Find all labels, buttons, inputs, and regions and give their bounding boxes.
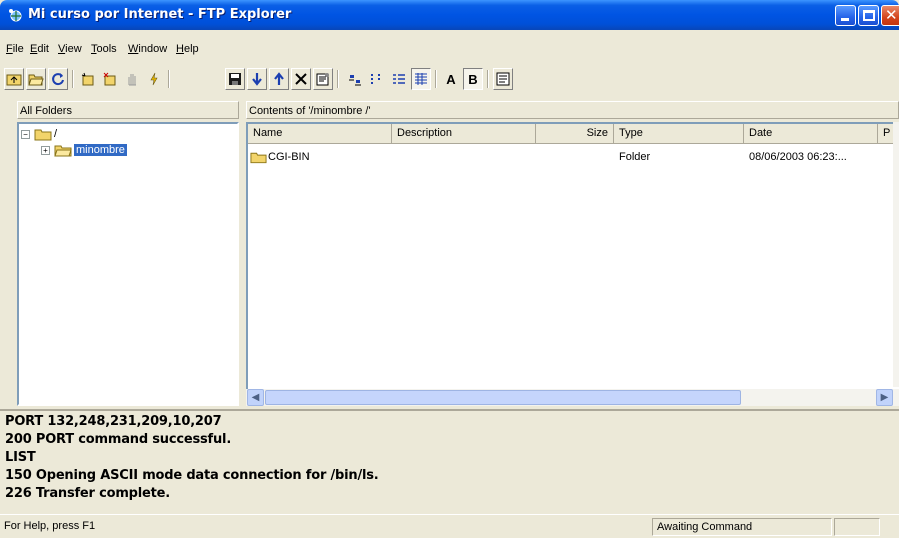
column-type[interactable]: Type xyxy=(614,124,744,144)
window-title: Mi curso por Internet - FTP Explorer xyxy=(28,7,292,22)
new-folder-icon xyxy=(81,72,94,86)
toolbar-separator xyxy=(168,70,170,88)
log-window-icon xyxy=(496,72,510,86)
tree-item-label: / xyxy=(54,128,58,140)
scroll-left-button[interactable]: ◀ xyxy=(247,389,264,406)
close-button[interactable]: ✕ xyxy=(881,5,899,26)
menu-view[interactable]: View xyxy=(58,40,82,58)
toolbar-separator xyxy=(337,70,339,88)
stop-button[interactable] xyxy=(122,68,142,90)
save-icon xyxy=(229,73,241,85)
download-arrow-icon xyxy=(252,73,262,86)
download-button[interactable] xyxy=(247,68,267,90)
column-description[interactable]: Description xyxy=(392,124,536,144)
toolbar-separator xyxy=(487,70,489,88)
lightning-icon xyxy=(150,72,158,86)
properties-icon xyxy=(316,73,329,86)
title-bar[interactable]: Mi curso por Internet - FTP Explorer ✕ xyxy=(0,0,899,30)
horizontal-scrollbar[interactable]: ◀ ▶ xyxy=(246,389,899,406)
menu-edit[interactable]: Edit xyxy=(30,40,49,58)
list-view-button[interactable] xyxy=(389,68,409,90)
scroll-right-button[interactable]: ▶ xyxy=(876,389,893,406)
minimize-icon xyxy=(841,18,849,21)
upload-button[interactable] xyxy=(269,68,289,90)
network-globe-icon xyxy=(9,9,22,22)
folder-tree[interactable]: − / + minombre xyxy=(17,122,239,406)
log-window-button[interactable] xyxy=(493,68,513,90)
row-date: 08/06/2003 06:23:... xyxy=(749,151,847,163)
folder-icon xyxy=(34,129,52,140)
refresh-icon xyxy=(52,73,64,86)
expand-icon[interactable]: + xyxy=(41,145,50,155)
log-line: 150 Opening ASCII mode data connection f… xyxy=(5,468,379,483)
large-icons-button[interactable] xyxy=(345,68,365,90)
save-button[interactable] xyxy=(225,68,245,90)
toolbar: A B xyxy=(0,66,899,94)
log-line: PORT 132,248,231,209,10,207 xyxy=(5,414,222,429)
row-type: Folder xyxy=(619,151,651,163)
close-icon: ✕ xyxy=(885,7,898,24)
delete-folder-button[interactable] xyxy=(100,68,120,90)
new-folder-button[interactable] xyxy=(78,68,98,90)
refresh-button[interactable] xyxy=(48,68,68,90)
row-name: CGI-BIN xyxy=(268,151,310,163)
tree-item-label: minombre xyxy=(74,144,127,156)
tree-item-minombre[interactable]: + minombre xyxy=(41,142,127,158)
log-line: 200 PORT command successful. xyxy=(5,432,232,447)
status-help-text: For Help, press F1 xyxy=(4,520,96,532)
maximize-icon xyxy=(863,10,875,21)
file-list[interactable]: Name Description Size Type Date P CGI-BI… xyxy=(246,122,899,406)
table-row[interactable]: CGI-BIN xyxy=(250,149,310,165)
chevron-right-icon: ▶ xyxy=(880,392,889,403)
small-icons-view-icon xyxy=(371,74,380,84)
open-folder-icon xyxy=(54,145,72,156)
open-folder-icon xyxy=(28,74,44,86)
list-view-icon xyxy=(393,74,405,84)
delete-button[interactable] xyxy=(291,68,311,90)
binary-mode-button[interactable]: B xyxy=(463,68,483,90)
collapse-icon[interactable]: − xyxy=(21,129,30,139)
scroll-thumb[interactable] xyxy=(265,390,741,405)
minimize-button[interactable] xyxy=(835,5,856,26)
toolbar-separator xyxy=(72,70,74,88)
all-folders-header: All Folders xyxy=(17,101,239,119)
go-up-folder-button[interactable] xyxy=(4,68,24,90)
toolbar-separator xyxy=(435,70,437,88)
status-panel-empty xyxy=(834,518,880,536)
log-line: 226 Transfer complete. xyxy=(5,486,171,501)
vertical-scrollbar[interactable] xyxy=(893,122,899,387)
status-bar: For Help, press F1 Awaiting Command xyxy=(0,514,899,538)
log-line: LIST xyxy=(5,450,36,465)
status-state: Awaiting Command xyxy=(652,518,832,536)
log-output[interactable]: PORT 132,248,231,209,10,207 200 PORT com… xyxy=(0,409,899,512)
ascii-mode-button[interactable]: A xyxy=(441,68,461,90)
menu-help[interactable]: Help xyxy=(176,40,199,58)
delete-x-icon xyxy=(295,73,307,85)
folder-icon xyxy=(250,152,267,163)
menu-window[interactable]: Window xyxy=(128,40,167,58)
menu-tools[interactable]: Tools xyxy=(91,40,117,58)
contents-header: Contents of '/minombre /' xyxy=(246,101,899,119)
menu-file[interactable]: File xyxy=(6,40,24,58)
details-view-icon xyxy=(415,73,427,85)
column-size[interactable]: Size xyxy=(536,124,614,144)
go-up-folder-icon xyxy=(6,74,22,86)
upload-arrow-icon xyxy=(274,72,284,85)
open-folder-button[interactable] xyxy=(26,68,46,90)
delete-folder-icon xyxy=(103,72,116,86)
connect-button[interactable] xyxy=(144,68,164,90)
column-name[interactable]: Name xyxy=(248,124,392,144)
menu-bar: File Edit View Tools Window Help xyxy=(0,40,899,58)
column-date[interactable]: Date xyxy=(744,124,878,144)
chevron-left-icon: ◀ xyxy=(251,392,260,403)
small-icons-button[interactable] xyxy=(367,68,387,90)
properties-button[interactable] xyxy=(313,68,333,90)
tree-item-root[interactable]: − / xyxy=(21,126,57,142)
details-view-button[interactable] xyxy=(411,68,431,90)
maximize-button[interactable] xyxy=(858,5,879,26)
stop-hand-icon xyxy=(128,74,136,86)
large-icons-view-icon xyxy=(349,75,361,86)
